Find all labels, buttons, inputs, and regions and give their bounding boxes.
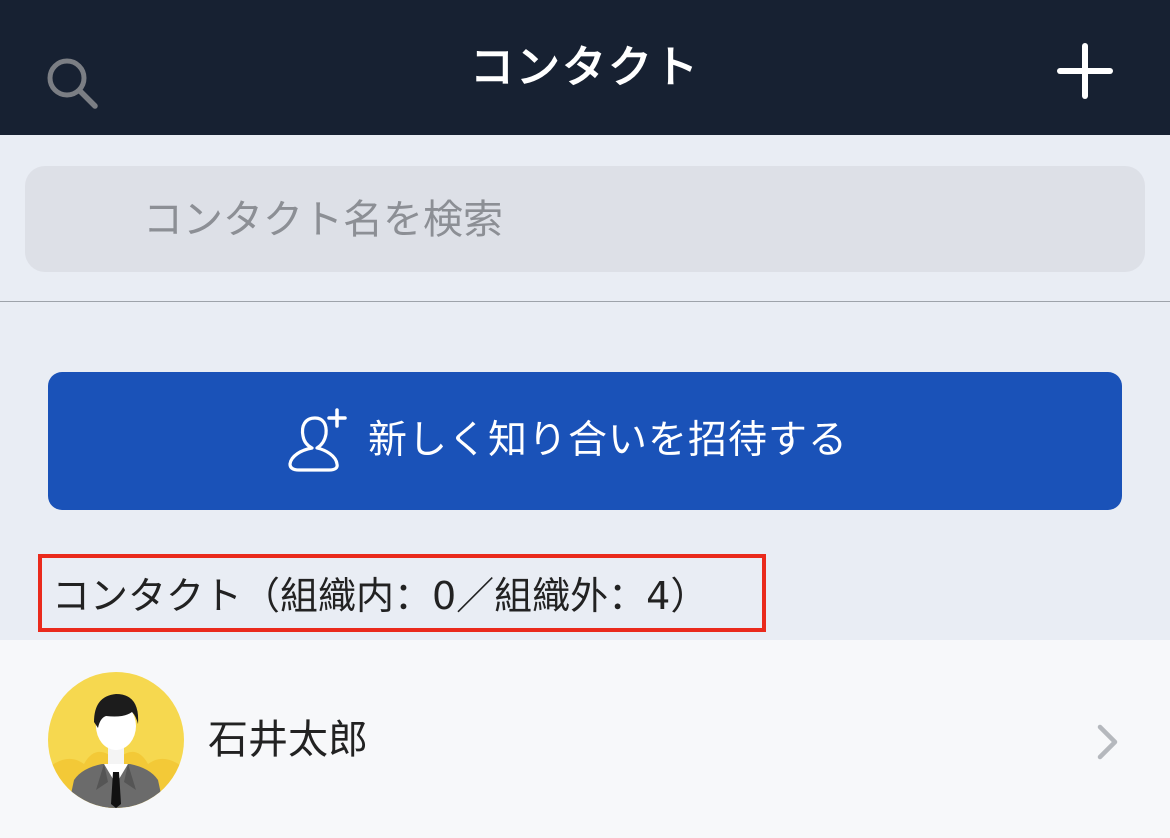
plus-icon <box>1057 43 1113 99</box>
contacts-section-header: コンタクト（組織内：0／組織外：4） <box>38 554 766 632</box>
chevron-right-icon <box>1097 724 1118 760</box>
top-navigation-bar: コンタクト <box>0 0 1170 135</box>
contact-name: 石井太郎 <box>208 717 368 763</box>
search-bar[interactable] <box>25 166 1145 272</box>
search-section <box>0 135 1170 302</box>
invite-button[interactable]: 新しく知り合いを招待する <box>48 372 1122 510</box>
search-icon <box>47 58 98 109</box>
page-title: コンタクト <box>470 42 700 93</box>
contact-list: 石井太郎 <box>0 640 1170 838</box>
search-input[interactable] <box>143 194 1123 246</box>
avatar <box>48 672 184 808</box>
invite-button-label: 新しく知り合いを招待する <box>368 418 849 463</box>
add-person-icon <box>288 408 347 472</box>
contacts-count-label: コンタクト（組織内：0／組織外：4） <box>52 574 709 618</box>
add-contact-button[interactable] <box>1052 38 1118 104</box>
list-item[interactable]: 石井太郎 <box>0 640 1170 838</box>
avatar-man-icon <box>48 672 184 808</box>
